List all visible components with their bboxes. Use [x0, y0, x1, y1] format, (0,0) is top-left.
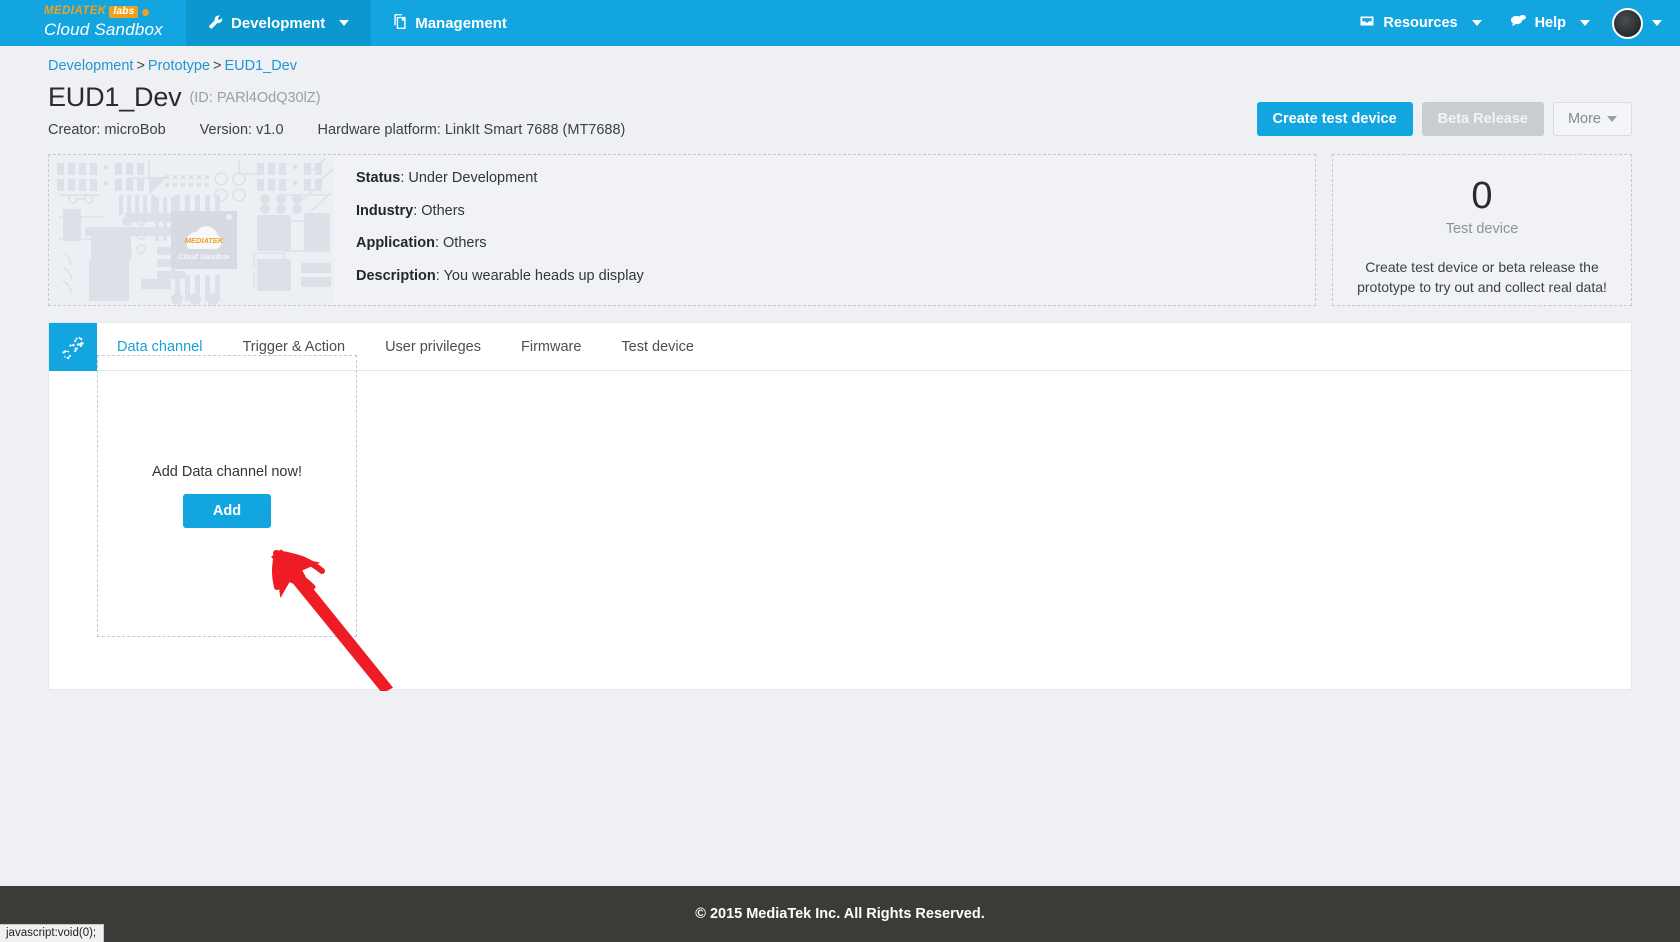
- breadcrumb-item-prototype[interactable]: Prototype: [148, 58, 210, 74]
- tab-user-privileges-label: User privileges: [385, 338, 481, 355]
- breadcrumb-separator: >: [136, 58, 145, 74]
- prototype-info-list: Status: Under Development Industry: Othe…: [334, 155, 644, 305]
- footer: © 2015 MediaTek Inc. All Rights Reserved…: [0, 886, 1680, 942]
- page-title-row: EUD1_Dev (ID: PARl4OdQ30lZ) Creator: mic…: [48, 82, 1632, 138]
- brand-product-name: Cloud Sandbox: [44, 19, 163, 39]
- data-channel-empty-state: Add Data channel now! Add: [97, 355, 357, 637]
- nav-item-help-label: Help: [1534, 15, 1566, 31]
- prototype-info-panel: MEDIATEK Cloud Sandbox Status: Under Dev…: [48, 154, 1316, 306]
- chevron-down-icon: [1607, 116, 1617, 122]
- top-navbar: MEDIATEK labs Cloud Sandbox Development …: [0, 0, 1680, 46]
- prototype-id: (ID: PARl4OdQ30lZ): [189, 90, 321, 106]
- inbox-icon: [1359, 14, 1375, 32]
- tab-test-device-label: Test device: [621, 338, 694, 355]
- add-data-channel-button[interactable]: Add: [182, 494, 272, 528]
- tab-card: Data channel Trigger & Action User privi…: [48, 322, 1632, 691]
- info-label-status: Status: [356, 170, 401, 186]
- info-row-status: Status: Under Development: [356, 171, 644, 186]
- svg-text:Cloud Sandbox: Cloud Sandbox: [178, 252, 230, 261]
- breadcrumb-item-development[interactable]: Development: [48, 58, 133, 74]
- info-label-description: Description: [356, 267, 436, 284]
- test-device-count: 0: [1471, 175, 1493, 217]
- info-row-industry: Industry: Others: [356, 202, 644, 219]
- wrench-icon: [208, 14, 223, 33]
- brand-logo[interactable]: MEDIATEK labs Cloud Sandbox: [0, 0, 186, 46]
- brand-dot-icon: [141, 7, 151, 17]
- prototype-thumbnail: MEDIATEK Cloud Sandbox: [49, 155, 334, 305]
- info-row-application: Application: Others: [356, 236, 644, 251]
- nav-item-management-label: Management: [415, 14, 507, 32]
- test-device-panel: 0 Test device Create test device or beta…: [1332, 154, 1632, 306]
- meta-version: Version: v1.0: [200, 122, 284, 138]
- circuit-board-graphic: MEDIATEK Cloud Sandbox: [49, 155, 334, 305]
- info-value-status: Under Development: [408, 170, 538, 186]
- meta-hardware: Hardware platform: LinkIt Smart 7688 (MT…: [318, 122, 626, 138]
- brand-labs-badge: labs: [109, 6, 139, 18]
- tab-trigger-action-label: Trigger & Action: [242, 338, 346, 355]
- meta-creator-label: Creator:: [48, 122, 101, 138]
- meta-version-value: v1.0: [256, 122, 284, 138]
- info-value-description: You wearable heads up display: [443, 267, 644, 284]
- breadcrumb: Development > Prototype > EUD1_Dev: [48, 46, 1632, 74]
- test-device-count-label: Test device: [1445, 221, 1519, 237]
- meta-version-label: Version:: [199, 122, 253, 138]
- empty-state-message: Add Data channel now!: [152, 464, 302, 480]
- nav-left-group: Development Management: [186, 0, 529, 46]
- chevron-down-icon: [1580, 20, 1590, 26]
- breadcrumb-separator: >: [212, 58, 222, 74]
- nav-item-development-label: Development: [231, 14, 326, 32]
- chevron-down-icon: [1471, 20, 1482, 26]
- status-bar-url: javascript:void(0);: [6, 927, 97, 939]
- info-label-industry: Industry: [356, 202, 414, 219]
- gears-icon: [49, 323, 97, 371]
- tab-data-channel-label: Data channel: [117, 338, 203, 355]
- beta-release-button[interactable]: Beta Release: [1421, 102, 1544, 136]
- create-test-device-button[interactable]: Create test device: [1256, 102, 1413, 136]
- info-row-description: Description: You wearable heads up displ…: [356, 267, 644, 284]
- nav-item-resources[interactable]: Resources: [1345, 14, 1495, 32]
- chevron-down-icon: [339, 20, 350, 26]
- tab-test-device[interactable]: Test device: [601, 323, 714, 370]
- meta-hardware-value: LinkIt Smart 7688 (MT7688): [444, 122, 626, 138]
- info-label-application: Application: [356, 235, 435, 251]
- page-title-block: EUD1_Dev (ID: PARl4OdQ30lZ) Creator: mic…: [48, 82, 625, 138]
- nav-item-development[interactable]: Development: [186, 0, 372, 46]
- footer-copyright: © 2015 MediaTek Inc. All Rights Reserved…: [695, 906, 985, 922]
- tab-firmware[interactable]: Firmware: [501, 323, 601, 370]
- page-title: EUD1_Dev: [48, 82, 182, 112]
- meta-creator: Creator: microBob: [48, 122, 166, 138]
- brand-logo-top: MEDIATEK labs: [44, 6, 186, 18]
- page-root: MEDIATEK labs Cloud Sandbox Development …: [0, 0, 1680, 942]
- test-device-hint: Create test device or beta release the p…: [1357, 259, 1607, 296]
- chat-icon: [1510, 14, 1527, 32]
- copy-icon: [393, 13, 407, 33]
- tab-firmware-label: Firmware: [520, 338, 582, 355]
- more-button[interactable]: More: [1552, 102, 1632, 136]
- info-colon: :: [434, 235, 444, 251]
- nav-item-resources-label: Resources: [1383, 15, 1458, 31]
- info-value-application: Others: [443, 235, 487, 251]
- account-chevron-down-icon[interactable]: [1652, 20, 1662, 26]
- header-actions: Create test device Beta Release More: [1256, 102, 1632, 136]
- browser-status-bar: javascript:void(0);: [0, 924, 105, 942]
- nav-right-group: Resources Help: [1345, 0, 1680, 46]
- meta-hardware-label: Hardware platform:: [317, 122, 441, 138]
- svg-text:MEDIATEK: MEDIATEK: [185, 236, 224, 245]
- brand-mediatek-text: MEDIATEK: [44, 5, 107, 18]
- nav-item-management[interactable]: Management: [371, 0, 529, 46]
- main-content: Development > Prototype > EUD1_Dev EUD1_Dev …: [0, 46, 1680, 691]
- summary-panels: MEDIATEK Cloud Sandbox Status: Under Dev…: [48, 154, 1632, 306]
- meta-creator-value: microBob: [104, 122, 166, 138]
- breadcrumb-item-current[interactable]: EUD1_Dev: [224, 58, 297, 74]
- more-button-label: More: [1567, 111, 1601, 127]
- prototype-meta: Creator: microBob Version: v1.0 Hardware…: [48, 122, 625, 138]
- info-value-industry: Others: [421, 202, 465, 219]
- nav-item-help[interactable]: Help: [1496, 14, 1604, 32]
- tab-user-privileges[interactable]: User privileges: [365, 323, 501, 370]
- avatar[interactable]: [1612, 7, 1643, 39]
- info-colon: :: [435, 267, 444, 284]
